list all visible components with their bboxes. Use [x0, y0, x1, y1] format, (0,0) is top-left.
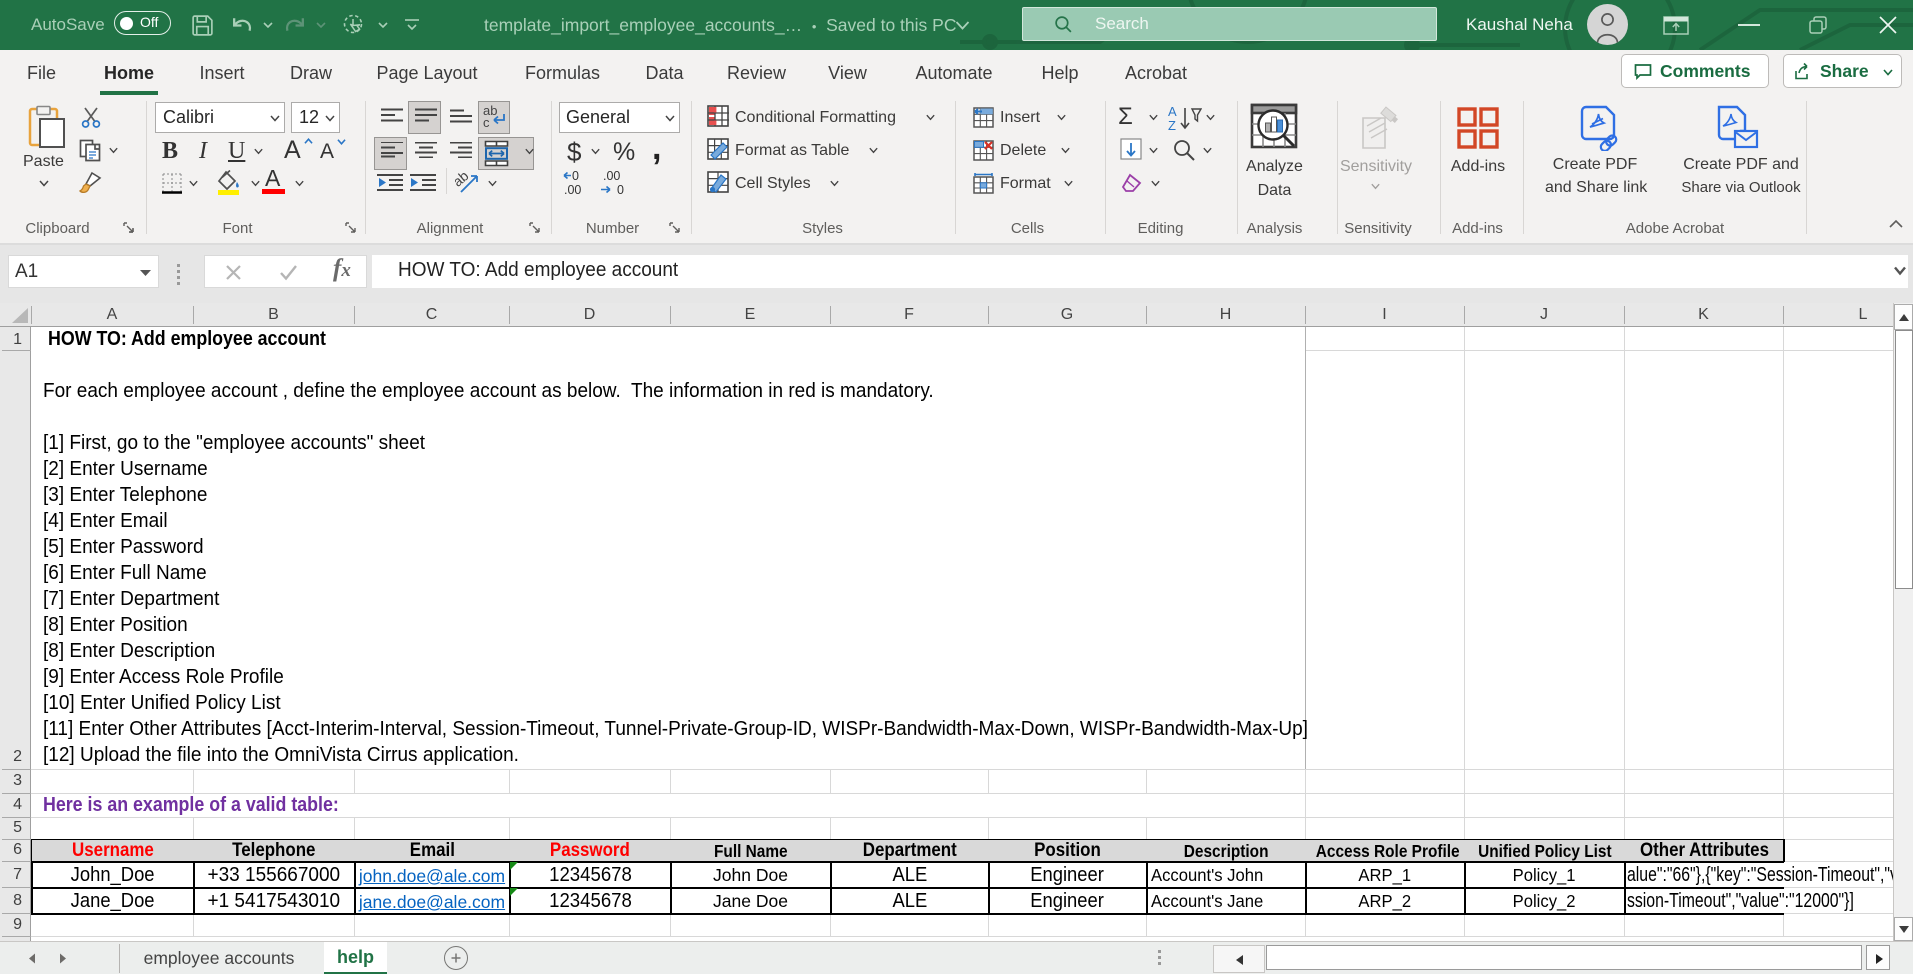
svg-text:0: 0	[572, 170, 579, 183]
svg-text:Z: Z	[1168, 118, 1176, 131]
svg-text:0: 0	[617, 183, 624, 196]
svg-text:.00: .00	[564, 183, 581, 196]
svg-text:.00: .00	[603, 170, 620, 183]
svg-text:A: A	[1168, 105, 1177, 119]
svg-text:ab: ab	[455, 168, 472, 190]
svg-text:c: c	[483, 115, 490, 129]
